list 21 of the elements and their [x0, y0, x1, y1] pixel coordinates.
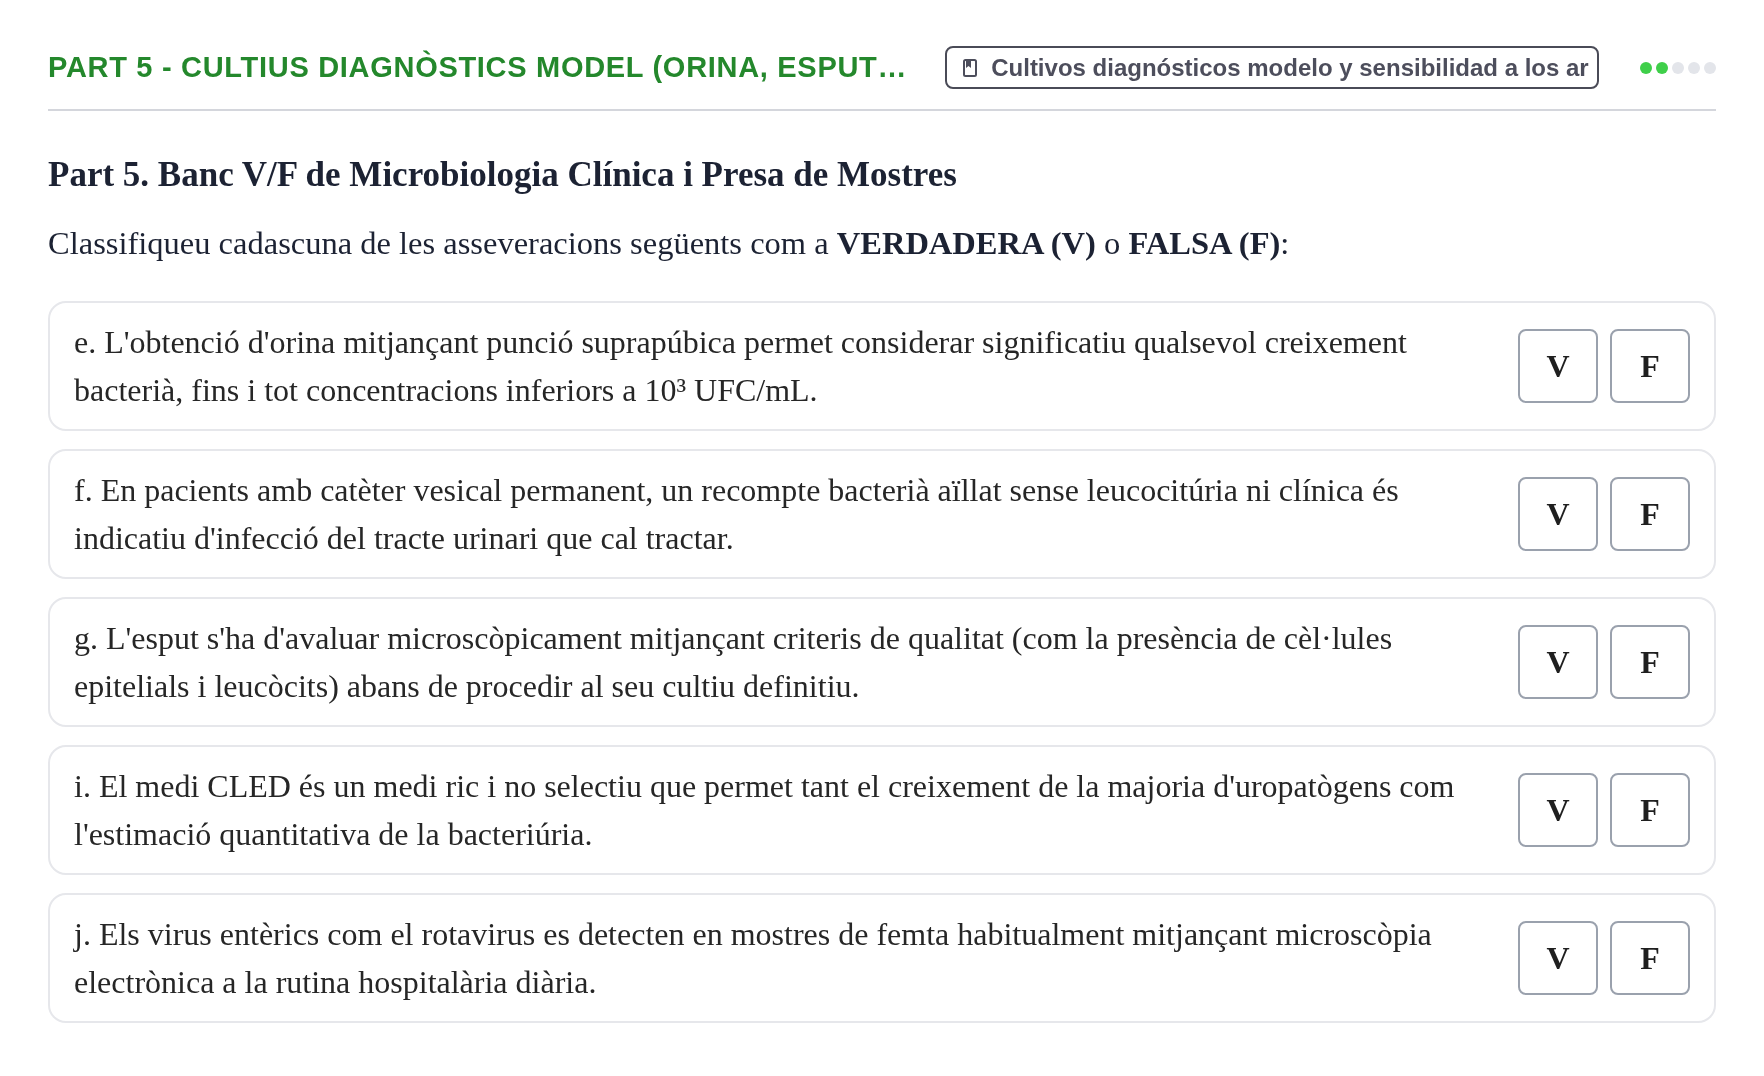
bookmark-icon: [963, 58, 978, 77]
header-title: PART 5 - CULTIUS DIAGNÒSTICS MODEL (ORINA, ESPUT…: [48, 51, 908, 84]
answer-button[interactable]: F: [1610, 773, 1690, 847]
answer-button[interactable]: V: [1518, 625, 1598, 699]
answer-button[interactable]: F: [1610, 329, 1690, 403]
answer-button[interactable]: V: [1518, 921, 1598, 995]
statement-text: f. En pacients amb catèter vesical permanent, un recompte bacterià aïllat sense leucocitúria ni clínica és indicatiu d'infecció del tracte urinari que cal tractar.: [74, 471, 1400, 558]
statement-text: g. L'esput s'ha d'avaluar microscòpicament mitjançant criteris de qualitat (com la presència de cèl·lules epitelials i leucòcits) abans de procedir al seu cultiu definitiu.: [74, 619, 1394, 706]
statement-text: j. Els virus entèrics com el rotavirus es detecten en mostres de femta habitualment mitjançant microscòpia electrònica a la rutina hospitalària diària.: [74, 915, 1433, 1002]
source-chip-label: Cultivos diagnósticos modelo y sensibilidad a los ar: [991, 53, 1589, 82]
instruction-text: Classifiqueu cadascuna de les asseveracions següents com a VERDADERA (V) o FALSA (F):: [48, 224, 1291, 263]
statement-text: e. L'obtenció d'orina mitjançant punció suprapúbica permet considerar significatiu qualsevol creixement bacterià, fins i tot concentracions inferiors a 10³ UFC/mL.: [74, 323, 1408, 410]
section-heading: Part 5. Banc V/F de Microbiologia Clínica i Presa de Mostres: [48, 155, 958, 195]
answer-button[interactable]: V: [1518, 477, 1598, 551]
source-chip[interactable]: Cultivos diagnósticos modelo y sensibilidad a los ar: [945, 46, 1599, 89]
answer-button[interactable]: F: [1610, 921, 1690, 995]
answer-button[interactable]: F: [1610, 477, 1690, 551]
statement-text: i. El medi CLED és un medi ric i no selectiu que permet tant el creixement de la majoria d'uropatògens com l'estimació quantitativa de la bacteriúria.: [74, 767, 1456, 854]
answer-button[interactable]: F: [1610, 625, 1690, 699]
answer-button[interactable]: V: [1518, 329, 1598, 403]
answer-button[interactable]: V: [1518, 773, 1598, 847]
